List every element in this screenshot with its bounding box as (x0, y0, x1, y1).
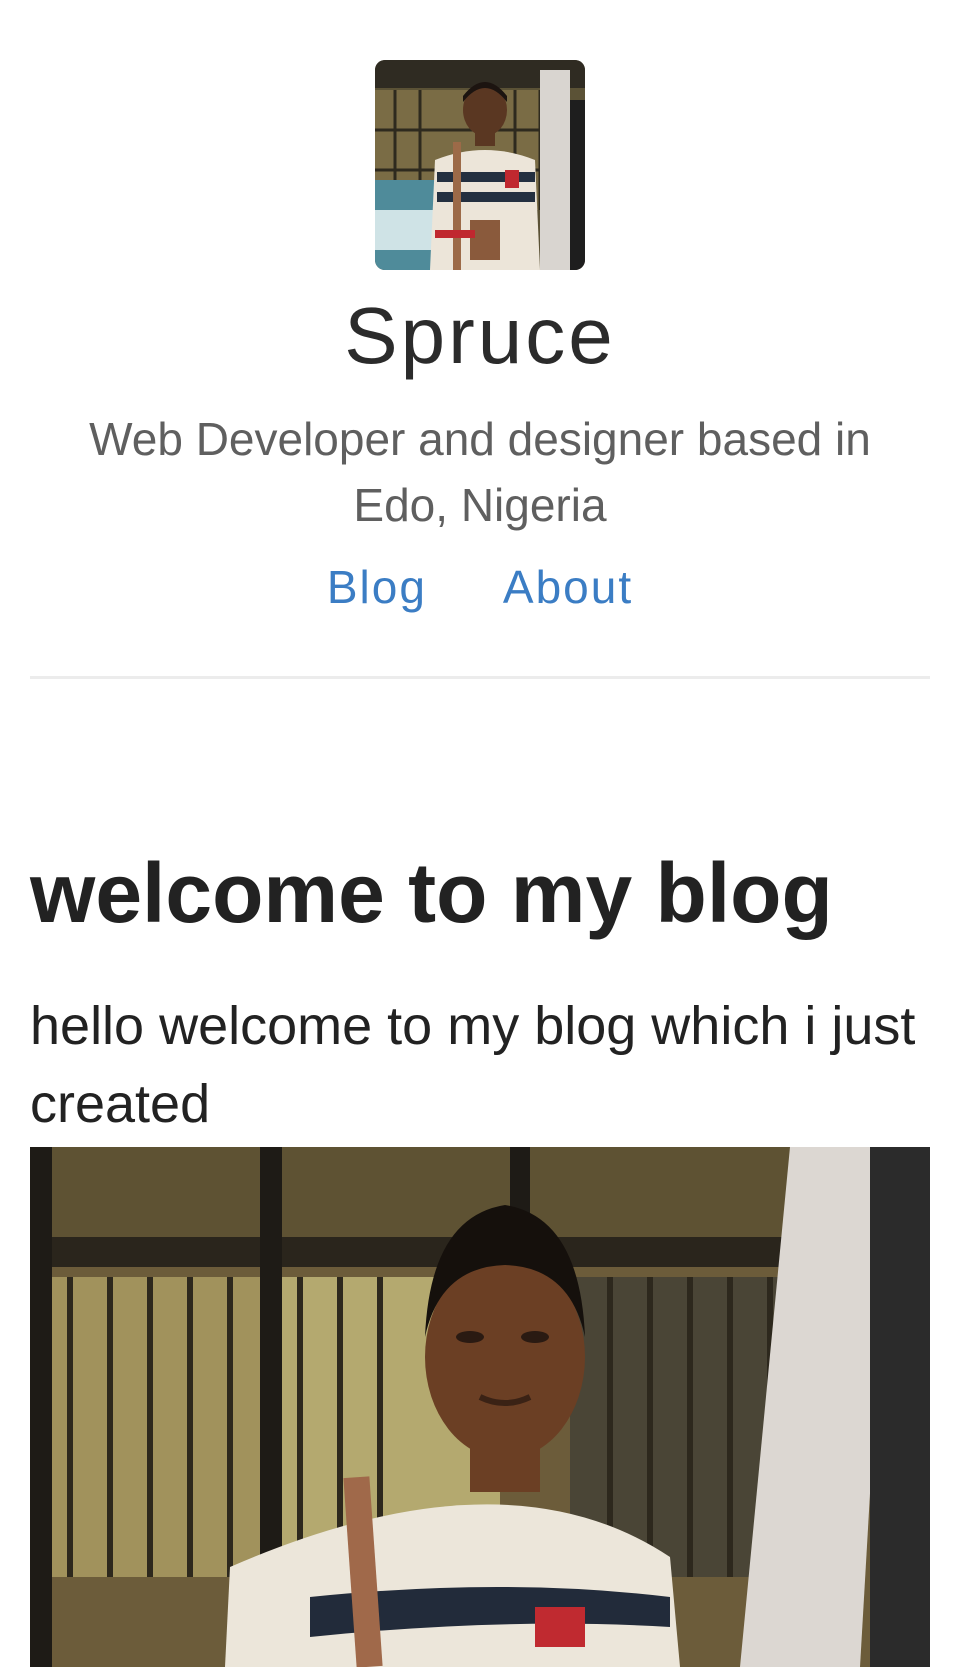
site-title: Spruce (344, 291, 616, 380)
post-image (30, 1147, 930, 1668)
nav-link-blog[interactable]: Blog (327, 560, 427, 614)
site-header: Spruce Web Developer and designer based … (0, 0, 960, 614)
nav-link-about[interactable]: About (503, 560, 633, 614)
avatar-photo (375, 60, 585, 270)
header-divider (30, 676, 930, 679)
post-title: welcome to my blog (30, 846, 833, 940)
main-nav: Blog About (0, 560, 960, 614)
post-body: hello welcome to my blog which i just cr… (30, 996, 916, 1135)
site-tagline: Web Developer and designer based in Edo,… (89, 413, 871, 531)
avatar[interactable] (375, 60, 585, 270)
page: Spruce Web Developer and designer based … (0, 0, 960, 1674)
post-photo (30, 1147, 930, 1668)
blog-post: welcome to my blog hello welcome to my b… (0, 846, 960, 1668)
